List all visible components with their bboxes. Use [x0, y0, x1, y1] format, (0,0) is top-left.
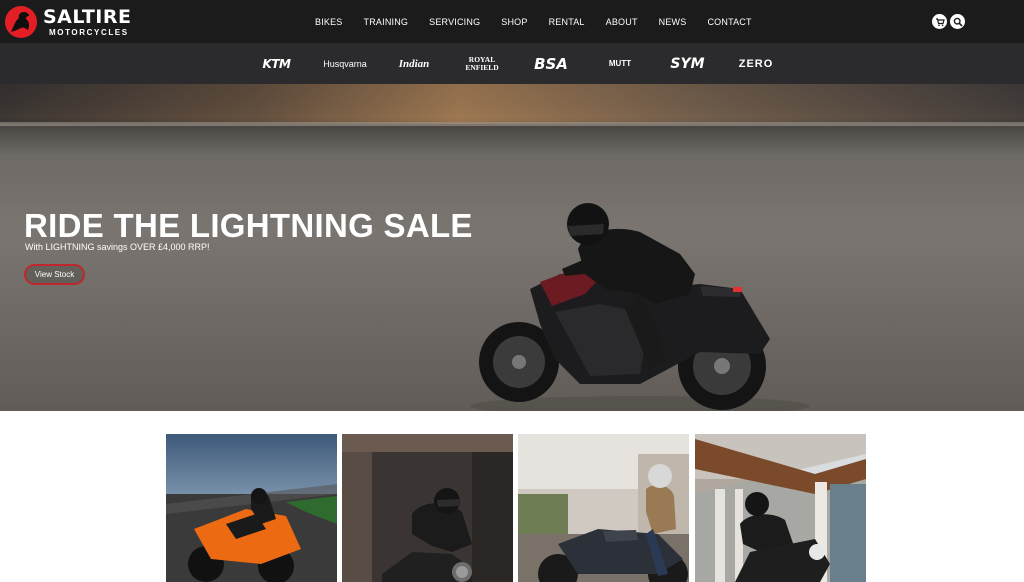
search-icon[interactable] [950, 14, 965, 29]
brand-bar: KTM Husqvarna Indian ROYAL ENFIELD BSA M… [0, 43, 1024, 84]
nav-item-rental[interactable]: RENTAL [549, 17, 585, 27]
category-tile-royal-enfield[interactable] [695, 434, 866, 582]
brand-royal-enfield[interactable]: ROYAL ENFIELD [464, 43, 500, 84]
brand-bsa[interactable]: BSA [526, 43, 576, 84]
nav-item-servicing[interactable]: SERVICING [429, 17, 480, 27]
category-tiles [166, 434, 866, 582]
nav-item-news[interactable]: NEWS [659, 17, 687, 27]
tile-image-indian [518, 434, 689, 582]
brand-zero[interactable]: ZERO [736, 43, 776, 84]
tile-image-bsa [342, 434, 513, 582]
brand-mutt[interactable]: MUTT [601, 43, 639, 84]
logo-title: SALTIRE [43, 5, 132, 28]
main-nav: BIKES TRAINING SERVICING SHOP RENTAL ABO… [315, 0, 773, 43]
tile-image-ktm [166, 434, 337, 582]
tile-image-royal-enfield [695, 434, 866, 582]
brand-husqvarna[interactable]: Husqvarna [318, 43, 372, 84]
nav-item-training[interactable]: TRAINING [364, 17, 409, 27]
category-tile-indian[interactable] [518, 434, 689, 582]
brand-sym[interactable]: SYM [668, 43, 707, 84]
view-stock-button[interactable]: View Stock [24, 264, 85, 285]
hero-title: RIDE THE LIGHTNING SALE [24, 207, 473, 244]
site-logo[interactable]: SALTIRE MOTORCYCLES [5, 4, 132, 40]
category-tile-ktm[interactable] [166, 434, 337, 582]
nav-item-bikes[interactable]: BIKES [315, 17, 343, 27]
nav-item-shop[interactable]: SHOP [501, 17, 527, 27]
top-header: SALTIRE MOTORCYCLES BIKES TRAINING SERVI… [0, 0, 1024, 43]
nav-item-contact[interactable]: CONTACT [707, 17, 751, 27]
logo-subtitle: MOTORCYCLES [49, 27, 129, 37]
lion-logo-icon [5, 6, 37, 38]
nav-item-about[interactable]: ABOUT [606, 17, 638, 27]
hero-subtitle: With LIGHTNING savings OVER £4,000 RRP! [25, 242, 210, 252]
brand-indian[interactable]: Indian [392, 43, 436, 84]
utility-icons [932, 14, 965, 29]
category-tile-bsa[interactable] [342, 434, 513, 582]
hero-banner: RIDE THE LIGHTNING SALE With LIGHTNING s… [0, 84, 1024, 411]
brand-ktm[interactable]: KTM [258, 43, 295, 84]
cart-icon[interactable] [932, 14, 947, 29]
